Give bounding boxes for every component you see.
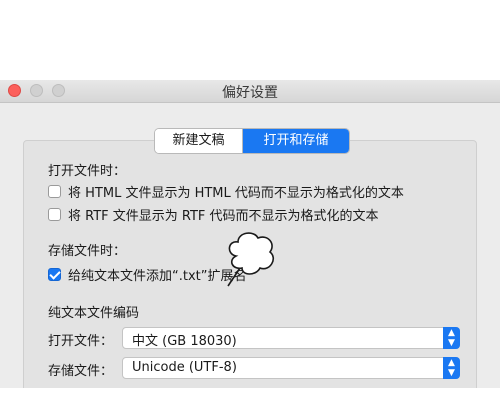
option-html-as-code[interactable]: 将 HTML 文件显示为 HTML 代码而不显示为格式化的文本 (48, 182, 404, 201)
open-encoding-value: 中文 (GB 18030) (132, 334, 237, 349)
updown-chevron-icon: ▲ ▼ (443, 357, 460, 379)
encoding-section-title: 纯文本文件编码 (48, 306, 140, 321)
save-encoding-value: Unicode (UTF-8) (132, 360, 237, 375)
rtf-as-code-label: 将 RTF 文件显示为 RTF 代码而不显示为格式化的文本 (68, 209, 379, 224)
save-encoding-select[interactable]: Unicode (UTF-8) ▲ ▼ (122, 357, 460, 379)
preferences-window: 偏好设置 新建文稿 打开和存储 打开文件时： 将 HTML 文件显示为 HTML… (0, 80, 500, 388)
rtf-as-code-checkbox[interactable] (48, 208, 61, 221)
open-encoding-label: 打开文件： (48, 334, 114, 349)
cursor-callout-icon (227, 232, 275, 287)
tab-open-and-save[interactable]: 打开和存储 (243, 129, 349, 153)
window-title: 偏好设置 (222, 85, 278, 101)
save-section-title: 存储文件时： (48, 244, 127, 259)
save-encoding-label: 存储文件： (48, 364, 114, 379)
tab-bar: 新建文稿 打开和存储 (154, 128, 350, 154)
open-encoding-select[interactable]: 中文 (GB 18030) ▲ ▼ (122, 327, 460, 349)
updown-chevron-icon: ▲ ▼ (443, 327, 460, 349)
title-bar[interactable]: 偏好设置 (0, 80, 500, 103)
tab-new-document[interactable]: 新建文稿 (155, 129, 243, 153)
html-as-code-label: 将 HTML 文件显示为 HTML 代码而不显示为格式化的文本 (68, 186, 404, 201)
add-txt-extension-checkbox[interactable] (48, 268, 61, 281)
html-as-code-checkbox[interactable] (48, 185, 61, 198)
option-rtf-as-code[interactable]: 将 RTF 文件显示为 RTF 代码而不显示为格式化的文本 (48, 205, 379, 224)
option-add-txt-extension[interactable]: 给纯文本文件添加“.txt”扩展名 (48, 265, 247, 284)
open-section-title: 打开文件时： (48, 164, 127, 179)
